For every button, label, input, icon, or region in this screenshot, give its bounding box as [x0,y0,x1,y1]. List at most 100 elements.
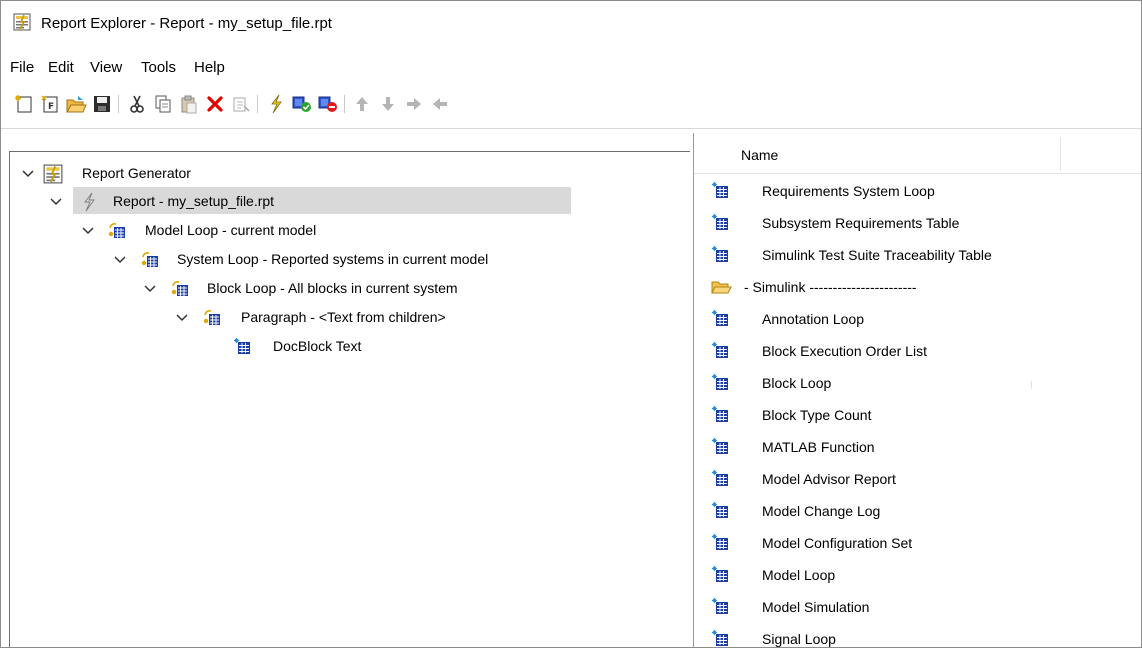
generate-report-icon[interactable] [265,93,287,115]
loop-component-icon [203,308,223,328]
cut-icon[interactable] [126,93,148,115]
loop-component-icon [141,250,161,270]
new-report-icon[interactable] [13,93,35,115]
menu-view[interactable]: View [90,59,122,76]
list-item-label: Model Change Log [762,503,881,519]
list-item-label: Model Configuration Set [762,535,913,551]
list-item[interactable]: Block Loop [694,369,1141,399]
chevron-down-icon[interactable] [81,224,95,238]
tree-label: System Loop - Reported systems in curren… [177,251,489,267]
new-form-icon[interactable]: F [39,93,61,115]
delete-icon[interactable] [204,93,226,115]
list-item[interactable]: Model Change Log [694,497,1141,527]
list-item[interactable]: Signal Loop [694,625,1141,647]
tree-item-docblock-text[interactable]: DocBlock Text [233,336,433,362]
list-item[interactable]: Subsystem Requirements Table [694,209,1141,239]
list-column-header: Name [694,133,1141,174]
list-item-label: Block Loop [762,375,832,391]
list-item-label: MATLAB Function [762,439,875,455]
list-item[interactable]: Annotation Loop [694,305,1141,335]
table-component-icon [711,181,731,201]
chevron-down-icon[interactable] [49,195,63,209]
table-component-icon [711,373,731,393]
toolbar-separator [257,95,258,113]
toolbar-separator [118,95,119,113]
open-icon[interactable] [65,93,87,115]
report-explorer-window: Report Explorer - Report - my_setup_file… [0,0,1142,648]
table-component-icon [711,309,731,329]
list-item-label: Requirements System Loop [762,183,935,199]
list-item-label: Model Advisor Report [762,471,896,487]
tree-item-paragraph[interactable]: Paragraph - <Text from children> [175,307,575,333]
move-down-icon[interactable] [377,93,399,115]
toolbar-separator [344,95,345,113]
menu-file[interactable]: File [10,59,34,76]
chevron-down-icon[interactable] [143,282,157,296]
report-explorer-icon [13,13,31,31]
chevron-down-icon[interactable] [175,311,189,325]
list-item[interactable]: Model Configuration Set [694,529,1141,559]
menu-bar: File Edit View Tools Help [1,59,1141,81]
tree-label: Block Loop - All blocks in current syste… [207,280,458,296]
toolbar: F [1,93,1141,119]
table-component-icon [711,469,731,489]
list-item-label: Simulink Test Suite Traceability Table [762,247,992,263]
activate-deactivate-icon[interactable] [230,93,252,115]
chevron-down-icon[interactable] [21,167,35,181]
list-item[interactable]: Block Execution Order List [694,337,1141,367]
copy-icon[interactable] [152,93,174,115]
list-item-label: Annotation Loop [762,311,864,327]
list-item-label: Signal Loop [762,631,836,647]
disable-component-icon[interactable] [317,93,339,115]
list-item[interactable]: Block Type Count [694,401,1141,431]
table-component-icon [233,337,253,357]
move-right-icon[interactable] [403,93,425,115]
list-item-label: - Simulink ----------------------- [744,279,917,295]
menu-tools[interactable]: Tools [141,59,176,76]
paste-icon[interactable] [178,93,200,115]
table-component-icon [711,501,731,521]
list-item[interactable]: Simulink Test Suite Traceability Table [694,241,1141,271]
table-component-icon [711,245,731,265]
move-left-icon[interactable] [429,93,451,115]
table-component-icon [711,597,731,617]
folder-icon [711,277,732,297]
cursor-mark [1031,381,1032,389]
table-component-icon [711,341,731,361]
report-lightning-icon [79,192,99,212]
tree-item-model-loop[interactable]: Model Loop - current model [81,220,501,246]
tree-item-report[interactable]: Report - my_setup_file.rpt [49,191,569,217]
list-item[interactable]: Requirements System Loop [694,177,1141,207]
list-item-label: Model Loop [762,567,836,583]
tree-item-system-loop[interactable]: System Loop - Reported systems in curren… [113,249,583,275]
list-item[interactable]: MATLAB Function [694,433,1141,463]
move-up-icon[interactable] [351,93,373,115]
enable-component-icon[interactable] [291,93,313,115]
tree-label: DocBlock Text [273,338,362,354]
list-item[interactable]: Model Simulation [694,593,1141,623]
menu-edit[interactable]: Edit [48,59,74,76]
column-header-name[interactable]: Name [741,147,778,163]
table-component-icon [711,533,731,553]
list-item-label: Block Type Count [762,407,872,423]
table-component-icon [711,437,731,457]
list-item-label: Block Execution Order List [762,343,927,359]
list-item[interactable]: Model Advisor Report [694,465,1141,495]
loop-component-icon [171,279,191,299]
menu-help[interactable]: Help [194,59,225,76]
save-icon[interactable] [91,93,113,115]
component-library-pane[interactable]: Name Requirements System Loop Subsystem … [693,133,1141,647]
list-item-label: Model Simulation [762,599,870,615]
column-separator[interactable] [1060,137,1061,171]
window-title: Report Explorer - Report - my_setup_file… [41,15,332,32]
list-item-category-simulink[interactable]: - Simulink ----------------------- [694,273,1141,303]
tree-label: Report - my_setup_file.rpt [113,193,275,209]
chevron-down-icon[interactable] [113,253,127,267]
tree-item-block-loop[interactable]: Block Loop - All blocks in current syste… [143,278,563,304]
list-item[interactable]: Model Loop [694,561,1141,591]
title-bar: Report Explorer - Report - my_setup_file… [1,1,1141,47]
tree-item-report-generator[interactable]: Report Generator [21,163,421,189]
tree-label: Model Loop - current model [145,222,317,238]
svg-text:F: F [48,102,54,112]
table-component-icon [711,565,731,585]
